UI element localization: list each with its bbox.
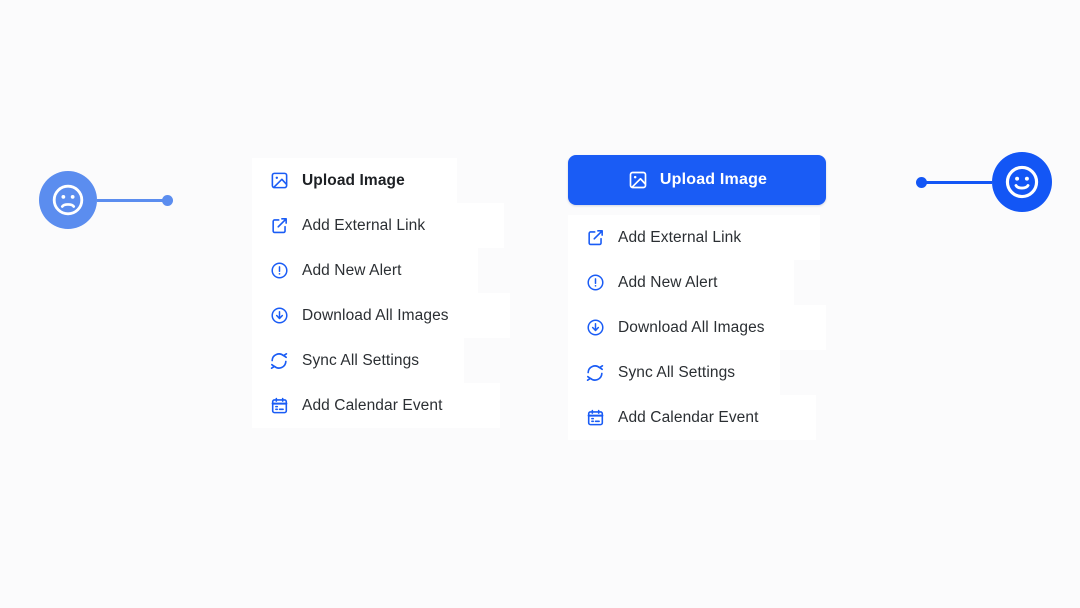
sad-marker-endpoint-dot — [162, 194, 173, 206]
upload-image-button-label: Upload Image — [659, 171, 768, 188]
menu-panel-before: Upload Image Add External Link Add New A… — [252, 158, 518, 428]
upload-image-button[interactable]: Upload Image — [568, 155, 826, 205]
alert-circle-icon — [268, 260, 290, 282]
sad-face-badge — [39, 171, 97, 229]
menu-item-sync-all-settings[interactable]: Sync All Settings — [568, 350, 834, 395]
external-link-icon — [268, 215, 290, 237]
menu-item-label: Upload Image — [302, 171, 405, 189]
menu-item-label: Add Calendar Event — [618, 408, 759, 426]
menu-item-download-all-images[interactable]: Download All Images — [568, 305, 834, 350]
download-circle-icon — [584, 317, 606, 339]
menu-panel-after: Upload Image Add External Link Add New A… — [568, 155, 834, 440]
calendar-icon — [584, 407, 606, 429]
menu-item-add-calendar-event[interactable]: Add Calendar Event — [252, 383, 518, 428]
happy-face-marker — [916, 152, 1052, 212]
happy-marker-connector-line — [926, 180, 992, 184]
menu-item-label: Add Calendar Event — [302, 396, 443, 414]
sad-marker-connector-line — [97, 198, 163, 202]
alert-circle-icon — [584, 272, 606, 294]
sync-icon — [584, 362, 606, 384]
sad-face-icon — [52, 184, 84, 216]
calendar-icon — [268, 395, 290, 417]
menu-item-label: Add External Link — [618, 228, 742, 246]
menu-item-add-new-alert[interactable]: Add New Alert — [252, 248, 518, 293]
image-icon — [627, 169, 649, 191]
menu-item-label: Sync All Settings — [302, 351, 420, 369]
menu-item-label: Add New Alert — [618, 273, 718, 291]
sync-icon — [268, 350, 290, 372]
menu-item-add-external-link[interactable]: Add External Link — [568, 215, 834, 260]
menu-item-label: Sync All Settings — [618, 363, 736, 381]
menu-item-add-calendar-event[interactable]: Add Calendar Event — [568, 395, 834, 440]
download-circle-icon — [268, 305, 290, 327]
menu-item-sync-all-settings[interactable]: Sync All Settings — [252, 338, 518, 383]
happy-face-badge — [992, 152, 1052, 212]
external-link-icon — [584, 227, 606, 249]
menu-item-label: Download All Images — [302, 306, 449, 324]
menu-item-label: Add New Alert — [302, 261, 402, 279]
menu-item-add-external-link[interactable]: Add External Link — [252, 203, 518, 248]
sad-face-marker — [39, 171, 173, 229]
happy-face-icon — [1005, 165, 1039, 199]
menu-item-label: Download All Images — [618, 318, 765, 336]
menu-item-label: Add External Link — [302, 216, 426, 234]
menu-item-add-new-alert[interactable]: Add New Alert — [568, 260, 834, 305]
image-icon — [268, 170, 290, 192]
menu-item-upload-image[interactable]: Upload Image — [252, 158, 518, 203]
menu-item-download-all-images[interactable]: Download All Images — [252, 293, 518, 338]
